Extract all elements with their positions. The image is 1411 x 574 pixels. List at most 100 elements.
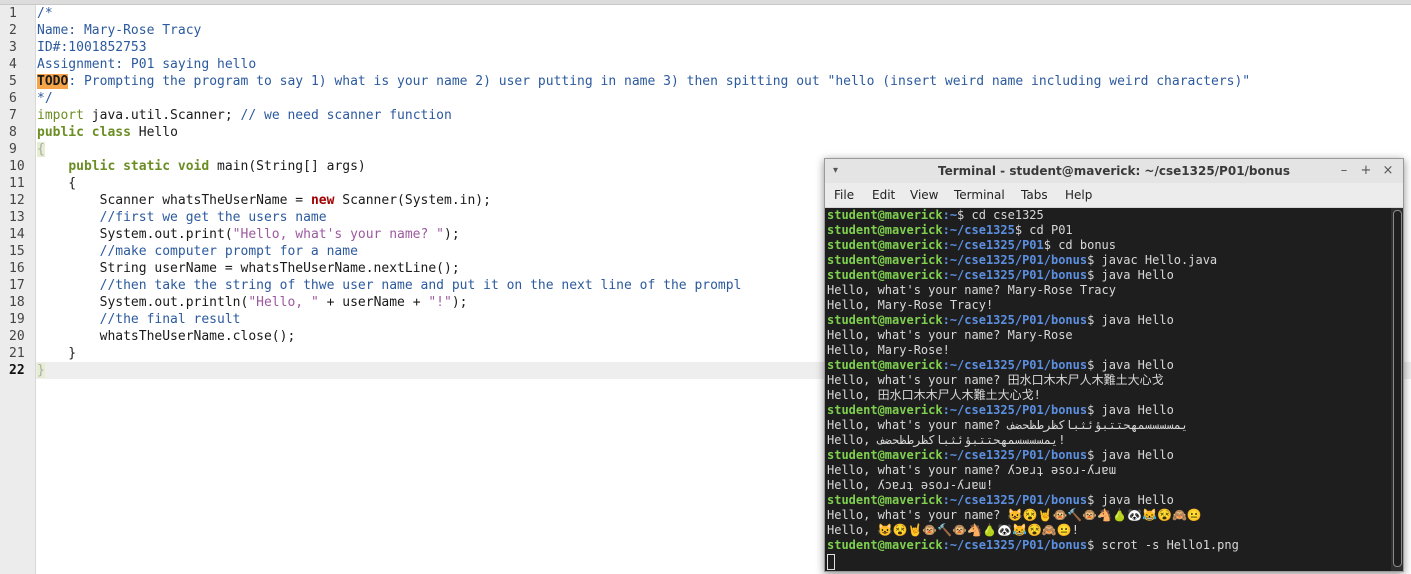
prompt-path: :~/cse1325 xyxy=(942,223,1015,237)
prompt-path: :~/cse1325/P01/bonus xyxy=(942,268,1088,282)
prompt-path: :~ xyxy=(942,208,958,222)
prompt-user: student@maverick xyxy=(827,403,943,417)
terminal-output[interactable]: student@maverick:~$ cd cse1325 student@ma… xyxy=(825,208,1391,571)
line-number: 9 xyxy=(9,142,17,157)
code-line-15: //make computer prompt for a name xyxy=(37,244,358,259)
menu-file[interactable]: File xyxy=(834,183,854,207)
line-number: 3 xyxy=(9,40,17,55)
menu-tabs[interactable]: Tabs xyxy=(1021,183,1048,207)
scrollbar-thumb[interactable] xyxy=(1393,210,1402,567)
code-line-12: Scanner whatsTheUserName = new Scanner(S… xyxy=(37,192,491,209)
close-button[interactable]: × xyxy=(1379,159,1397,183)
prompt-user: student@maverick xyxy=(827,313,943,327)
terminal-output-line: Hello, what's your name? Mary-Rose xyxy=(827,328,1073,342)
class-name: Hello xyxy=(130,125,178,140)
line-number: 14 xyxy=(9,227,25,242)
prompt-path: :~/cse1325/P01 xyxy=(942,238,1044,252)
string-literal: "Hello, " xyxy=(248,295,319,310)
terminal-output-line: Hello, what's your name? Mary-Rose Tracy xyxy=(827,283,1116,297)
terminal-output-line: Hello, ʎɔɐɹʇ ǝsoɹ-ʎɹɐɯ! xyxy=(827,478,994,492)
prompt-user: student@maverick xyxy=(827,268,943,282)
terminal-output-line: Hello, یمسسسسمهحتتبؤئثباكظرطظحضف! xyxy=(827,433,1066,447)
maximize-button[interactable]: + xyxy=(1357,159,1375,183)
prompt-path: :~/cse1325/P01/bonus xyxy=(942,253,1088,267)
line-number: 13 xyxy=(9,210,25,225)
minimize-button[interactable]: – xyxy=(1335,159,1353,183)
prompt-command: $ cd bonus xyxy=(1043,238,1116,252)
prompt-user: student@maverick xyxy=(827,253,943,267)
terminal-prompt-line: student@maverick:~/cse1325/P01/bonus$ ja… xyxy=(827,358,1174,373)
line-number: 16 xyxy=(9,261,25,276)
line-number: 21 xyxy=(9,346,25,361)
terminal-prompt-line: student@maverick:~/cse1325/P01/bonus$ sc… xyxy=(827,538,1239,553)
line-number: 1 xyxy=(9,6,17,21)
terminal-output-line: Hello, Mary-Rose Tracy! xyxy=(827,298,994,312)
keyword-public: public xyxy=(37,125,84,140)
terminal-output-line: Hello, Mary-Rose! xyxy=(827,343,950,357)
keyword-void: void xyxy=(177,159,210,174)
matched-brace-close: } xyxy=(37,363,45,378)
line-number: 8 xyxy=(9,125,17,140)
prompt-command: $ cd P01 xyxy=(1014,223,1073,237)
line-number: 12 xyxy=(9,193,25,208)
code-line-18: System.out.println("Hello, " + userName … xyxy=(37,294,468,311)
terminal-titlebar[interactable]: ▾ Terminal - student@maverick: ~/cse1325… xyxy=(825,159,1403,184)
line-number: 2 xyxy=(9,23,17,38)
terminal-title: Terminal - student@maverick: ~/cse1325/P… xyxy=(937,164,1290,178)
prompt-command: $ java Hello xyxy=(1087,448,1174,462)
keyword-class: class xyxy=(91,125,131,140)
terminal-prompt-line: student@maverick:~/cse1325$ cd P01 xyxy=(827,223,1073,238)
code-line-16: String userName = whatsTheUserName.nextL… xyxy=(37,261,460,276)
code-line-7: import java.util.Scanner; // we need sca… xyxy=(37,107,452,124)
string-literal: "!" xyxy=(428,295,452,310)
code-line-22: } xyxy=(37,362,45,379)
code-line-6: */ xyxy=(37,91,53,106)
line-number: 10 xyxy=(9,159,25,174)
prompt-path: :~/cse1325/P01/bonus xyxy=(942,403,1088,417)
terminal-output-line: Hello, what's your name? 田水口木木尸人木難土大心戈 xyxy=(827,373,1164,387)
line-number: 6 xyxy=(9,91,17,106)
prompt-command: $ cd cse1325 xyxy=(957,208,1044,222)
keyword-public: public xyxy=(68,159,116,174)
terminal-prompt-line: student@maverick:~/cse1325/P01/bonus$ ja… xyxy=(827,313,1174,328)
code-text: System.out.println( xyxy=(37,295,249,310)
editor-top-border xyxy=(0,0,1411,5)
menu-view[interactable]: View xyxy=(910,183,938,207)
menu-help[interactable]: Help xyxy=(1065,183,1092,207)
line-number: 19 xyxy=(9,312,25,327)
code-text: + userName + xyxy=(318,295,429,310)
terminal-scrollbar[interactable] xyxy=(1391,208,1403,571)
prompt-user: student@maverick xyxy=(827,238,943,252)
menu-terminal[interactable]: Terminal xyxy=(954,183,1005,207)
code-line-5: TODO: Prompting the program to say 1) wh… xyxy=(37,73,1250,90)
code-text: Scanner whatsTheUserName = xyxy=(37,193,311,208)
terminal-output-line: Hello, 田水口木木尸人木難土大心戈! xyxy=(827,388,1041,402)
matched-brace-open: { xyxy=(37,142,45,157)
keyword-import: import xyxy=(37,108,84,123)
code-text: ); xyxy=(451,295,468,310)
prompt-user: student@maverick xyxy=(827,493,943,507)
prompt-user: student@maverick xyxy=(827,223,943,237)
terminal-output-line: Hello, what's your name? ʎɔɐɹʇ ǝsoɹ-ʎɹɐɯ xyxy=(827,463,1116,477)
prompt-path: :~/cse1325/P01/bonus xyxy=(942,313,1088,327)
prompt-user: student@maverick xyxy=(827,358,943,372)
prompt-user: student@maverick xyxy=(827,448,943,462)
code-line-9: { xyxy=(37,141,45,158)
code-line-20: whatsTheUserName.close(); xyxy=(37,329,296,344)
keyword-new: new xyxy=(310,193,335,208)
import-path: java.util.Scanner; xyxy=(83,108,241,123)
menu-edit[interactable]: Edit xyxy=(872,183,895,207)
prompt-path: :~/cse1325/P01/bonus xyxy=(942,358,1088,372)
terminal-window[interactable]: ▾ Terminal - student@maverick: ~/cse1325… xyxy=(824,158,1404,572)
prompt-user: student@maverick xyxy=(827,538,943,552)
terminal-prompt-line: student@maverick:~$ cd cse1325 xyxy=(827,208,1044,223)
code-text: Scanner(System.in); xyxy=(334,193,491,208)
terminal-output-line: Hello, 😺😵🤘🐵🔨🐵🐴🍐🐼😹😵🙈😐! xyxy=(827,523,1080,537)
prompt-command: $ javac Hello.java xyxy=(1087,253,1218,267)
line-number: 15 xyxy=(9,244,25,259)
keyword-static: static xyxy=(123,159,171,174)
terminal-cursor xyxy=(827,554,835,570)
todo-marker: TODO xyxy=(37,74,69,89)
line-number: 20 xyxy=(9,329,25,344)
